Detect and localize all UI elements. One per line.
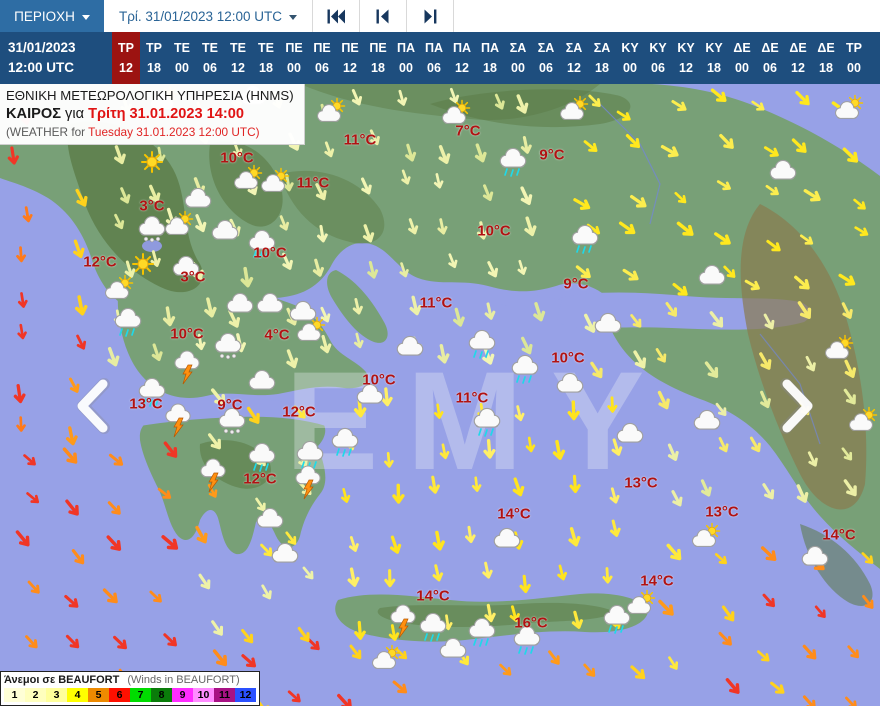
timeline-step[interactable]: ΠΑ 00 bbox=[392, 32, 420, 84]
timeline-step[interactable]: ΠΑ 18 bbox=[476, 32, 504, 84]
temperature-label: 3°C bbox=[139, 197, 165, 215]
sun-icon bbox=[132, 253, 154, 275]
timeline-current-date: 31/01/2023 12:00 UTC bbox=[0, 32, 112, 84]
temperature-label: 12°C bbox=[282, 403, 316, 421]
timeline-utc: 12:00 UTC bbox=[8, 60, 75, 76]
temperature-label: 10°C bbox=[477, 222, 511, 240]
temperature-label: 13°C bbox=[705, 503, 739, 521]
beaufort-scale-cell: 4 bbox=[67, 688, 88, 702]
temperature-label: 10°C bbox=[362, 371, 396, 389]
skip-start-button[interactable] bbox=[313, 0, 360, 32]
sun-icon bbox=[141, 151, 163, 173]
temperature-label: 4°C bbox=[264, 326, 290, 344]
datetime-dropdown-button[interactable]: Τρί. 31/01/2023 12:00 UTC bbox=[104, 0, 313, 32]
step-back-icon bbox=[376, 9, 389, 23]
timeline-step[interactable]: ΔΕ 18 bbox=[812, 32, 840, 84]
beaufort-scale-cell: 8 bbox=[151, 688, 172, 702]
beaufort-scale-cell: 6 bbox=[109, 688, 130, 702]
timeline-bar: 31/01/2023 12:00 UTC ΤΡ 12 ΤΡ 18 ΤΕ 00 ΤΕ 06 ΤΕ 1… bbox=[0, 32, 880, 84]
beaufort-scale-cell: 10 bbox=[193, 688, 214, 702]
temperature-label: 14°C bbox=[822, 526, 856, 544]
region-dropdown-label: ΠΕΡΙΟΧΗ bbox=[14, 8, 75, 24]
temperature-label: 9°C bbox=[217, 396, 243, 414]
timeline-step[interactable]: ΤΡ 12 bbox=[112, 32, 140, 84]
temperature-label: 11°C bbox=[343, 131, 377, 149]
timeline-step[interactable]: ΔΕ 00 bbox=[728, 32, 756, 84]
timeline-steps: ΤΡ 12 ΤΡ 18 ΤΕ 00 ΤΕ 06 ΤΕ 12 ΤΕ 18 ΠΕ 00 ΠΕ 06 ΠΕ 12 ΠΕ 18… bbox=[112, 32, 868, 84]
step-back-button[interactable] bbox=[360, 0, 407, 32]
timeline-step[interactable]: ΣΑ 06 bbox=[532, 32, 560, 84]
step-forward-button[interactable] bbox=[407, 0, 454, 32]
timeline-date: 31/01/2023 bbox=[8, 40, 76, 55]
timeline-step[interactable]: ΚΥ 00 bbox=[616, 32, 644, 84]
info-box: ΕΘΝΙΚΗ ΜΕΤΕΩΡΟΛΟΓΙΚΗ ΥΠΗΡΕΣΙΑ (HNMS) ΚΑΙ… bbox=[0, 84, 305, 146]
step-forward-icon bbox=[424, 9, 437, 23]
temperature-label: 10°C bbox=[253, 244, 287, 262]
toolbar: ΠΕΡΙΟΧΗ Τρί. 31/01/2023 12:00 UTC bbox=[0, 0, 880, 32]
beaufort-scale-cell: 12 bbox=[235, 688, 256, 702]
beaufort-scale-cell: 11 bbox=[214, 688, 235, 702]
temperature-label: 11°C bbox=[455, 389, 489, 407]
temperature-label: 10°C bbox=[551, 349, 585, 367]
region-dropdown-button[interactable]: ΠΕΡΙΟΧΗ bbox=[0, 0, 104, 32]
timeline-step[interactable]: ΤΡ 00 bbox=[840, 32, 868, 84]
timeline-step[interactable]: ΤΕ 18 bbox=[252, 32, 280, 84]
timeline-step[interactable]: ΤΡ 18 bbox=[140, 32, 168, 84]
temperature-label: 13°C bbox=[624, 474, 658, 492]
beaufort-scale-cell: 7 bbox=[130, 688, 151, 702]
temperature-label: 12°C bbox=[243, 470, 277, 488]
datetime-dropdown-label: Τρί. 31/01/2023 12:00 UTC bbox=[118, 8, 283, 24]
timeline-step[interactable]: ΣΑ 18 bbox=[588, 32, 616, 84]
skip-start-icon bbox=[327, 9, 345, 23]
beaufort-legend: Άνεμοι σε BEAUFORT (Winds in BEAUFORT) 12… bbox=[0, 671, 260, 706]
hnms-title: ΕΘΝΙΚΗ ΜΕΤΕΩΡΟΛΟΓΙΚΗ ΥΠΗΡΕΣΙΑ (HNMS) bbox=[6, 88, 294, 103]
timeline-step[interactable]: ΤΕ 00 bbox=[168, 32, 196, 84]
temperature-label: 14°C bbox=[416, 587, 450, 605]
weather-app: ΠΕΡΙΟΧΗ Τρί. 31/01/2023 12:00 UTC 31/01/… bbox=[0, 0, 880, 706]
caret-down-icon bbox=[81, 14, 90, 20]
temperature-label: 9°C bbox=[539, 146, 565, 164]
beaufort-scale-cell: 5 bbox=[88, 688, 109, 702]
temperature-label: 7°C bbox=[455, 122, 481, 140]
temperature-label: 11°C bbox=[296, 174, 330, 192]
timeline-step[interactable]: ΠΑ 06 bbox=[420, 32, 448, 84]
forecast-utc-time: (WEATHER for Tuesday 31.01.2023 12:00 UT… bbox=[6, 124, 260, 139]
timeline-step[interactable]: ΣΑ 00 bbox=[504, 32, 532, 84]
timeline-step[interactable]: ΚΥ 06 bbox=[644, 32, 672, 84]
timeline-step[interactable]: ΚΥ 18 bbox=[700, 32, 728, 84]
timeline-step[interactable]: ΤΕ 12 bbox=[224, 32, 252, 84]
beaufort-scale-cell: 1 bbox=[4, 688, 25, 702]
timeline-step[interactable]: ΠΕ 06 bbox=[308, 32, 336, 84]
temperature-label: 10°C bbox=[170, 325, 204, 343]
temperature-label: 9°C bbox=[563, 275, 589, 293]
beaufort-legend-title: Άνεμοι σε BEAUFORT (Winds in BEAUFORT) bbox=[4, 674, 240, 686]
timeline-step[interactable]: ΠΑ 12 bbox=[448, 32, 476, 84]
beaufort-scale-cell: 3 bbox=[46, 688, 67, 702]
timeline-step[interactable]: ΣΑ 12 bbox=[560, 32, 588, 84]
beaufort-scale-cell: 2 bbox=[25, 688, 46, 702]
timeline-step[interactable]: ΚΥ 12 bbox=[672, 32, 700, 84]
temperature-label: 13°C bbox=[129, 395, 163, 413]
beaufort-scale: 1 2 3 4 5 6 7 8 9 10 11 12 bbox=[4, 688, 256, 702]
temperature-label: 14°C bbox=[497, 505, 531, 523]
timeline-step[interactable]: ΔΕ 06 bbox=[756, 32, 784, 84]
weather-map[interactable]: ΕΜΥ 7°C 11°C 9°C 10°C 11°C 3°C 10°C 10°C 12°C 3°C… bbox=[0, 84, 880, 706]
temperature-label: 11°C bbox=[419, 294, 453, 312]
temperature-label: 16°C bbox=[514, 614, 548, 632]
timeline-step[interactable]: ΤΕ 06 bbox=[196, 32, 224, 84]
temperature-label: 14°C bbox=[640, 572, 674, 590]
temperature-label: 10°C bbox=[220, 149, 254, 167]
timeline-step[interactable]: ΠΕ 12 bbox=[336, 32, 364, 84]
caret-down-icon bbox=[289, 14, 298, 20]
forecast-local-time: ΚΑΙΡΟΣ για Τρίτη 31.01.2023 14:00 bbox=[6, 105, 244, 122]
timeline-step[interactable]: ΠΕ 18 bbox=[364, 32, 392, 84]
temperature-label: 3°C bbox=[180, 268, 206, 286]
timeline-step[interactable]: ΔΕ 12 bbox=[784, 32, 812, 84]
timeline-step[interactable]: ΠΕ 00 bbox=[280, 32, 308, 84]
beaufort-scale-cell: 9 bbox=[172, 688, 193, 702]
temperature-label: 12°C bbox=[83, 253, 117, 271]
